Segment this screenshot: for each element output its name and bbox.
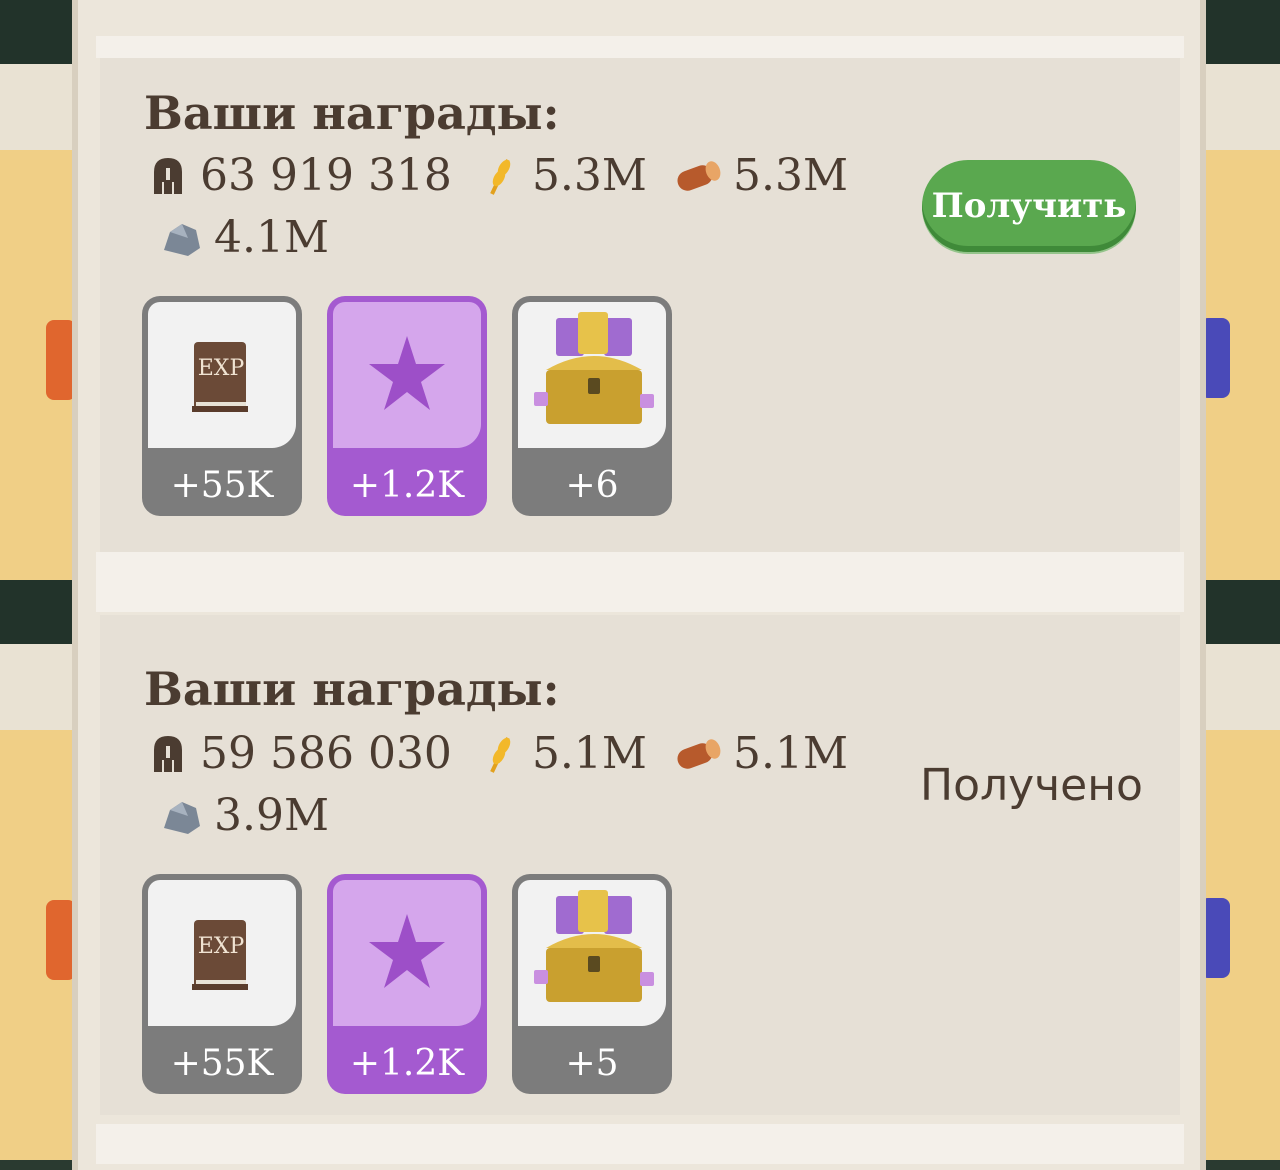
spartan-helmet-icon	[146, 154, 190, 198]
resource-row: 63 919 318 5.3M 5.3M	[146, 150, 874, 201]
resource-row: 59 586 030 5.1M 5.1M	[146, 728, 874, 779]
stone-icon	[160, 216, 204, 260]
exp-book-icon: EXP	[190, 918, 254, 998]
power-resource: 63 919 318	[146, 150, 452, 201]
wheat-resource: 5.1M	[478, 728, 647, 779]
wood-resource: 5.3M	[673, 150, 848, 201]
reward-card-star: +1.2K	[327, 874, 487, 1094]
spartan-helmet-icon	[146, 732, 190, 776]
log-icon	[673, 732, 723, 776]
wood-resource: 5.1M	[673, 728, 848, 779]
reward-card-star: +1.2K	[327, 296, 487, 516]
star-icon	[365, 332, 449, 420]
reward-card-chest: +5	[512, 874, 672, 1094]
reward-card-chest: +6	[512, 296, 672, 516]
wheat-resource: 5.3M	[478, 150, 647, 201]
wheat-icon	[478, 154, 522, 198]
resource-row: 3.9M	[160, 790, 355, 841]
wheat-icon	[478, 732, 522, 776]
paper-edge	[96, 1124, 1184, 1164]
stone-icon	[160, 794, 204, 838]
reward-card-exp: EXP +55K	[142, 296, 302, 516]
stone-resource: 3.9M	[160, 790, 329, 841]
treasure-chest-icon	[532, 310, 656, 438]
paper-edge	[96, 36, 1184, 58]
resource-row: 4.1M	[160, 212, 355, 263]
claim-button[interactable]: Получить	[922, 160, 1136, 252]
paper-edge	[96, 552, 1184, 612]
stone-resource: 4.1M	[160, 212, 329, 263]
star-icon	[365, 910, 449, 998]
rewards-title: Ваши награды:	[144, 86, 560, 140]
exp-book-icon: EXP	[190, 340, 254, 420]
treasure-chest-icon	[532, 888, 656, 1016]
rewards-title: Ваши награды:	[144, 662, 560, 716]
log-icon	[673, 154, 723, 198]
reward-card-exp: EXP +55K	[142, 874, 302, 1094]
power-resource: 59 586 030	[146, 728, 452, 779]
claimed-status: Получено	[920, 760, 1143, 811]
